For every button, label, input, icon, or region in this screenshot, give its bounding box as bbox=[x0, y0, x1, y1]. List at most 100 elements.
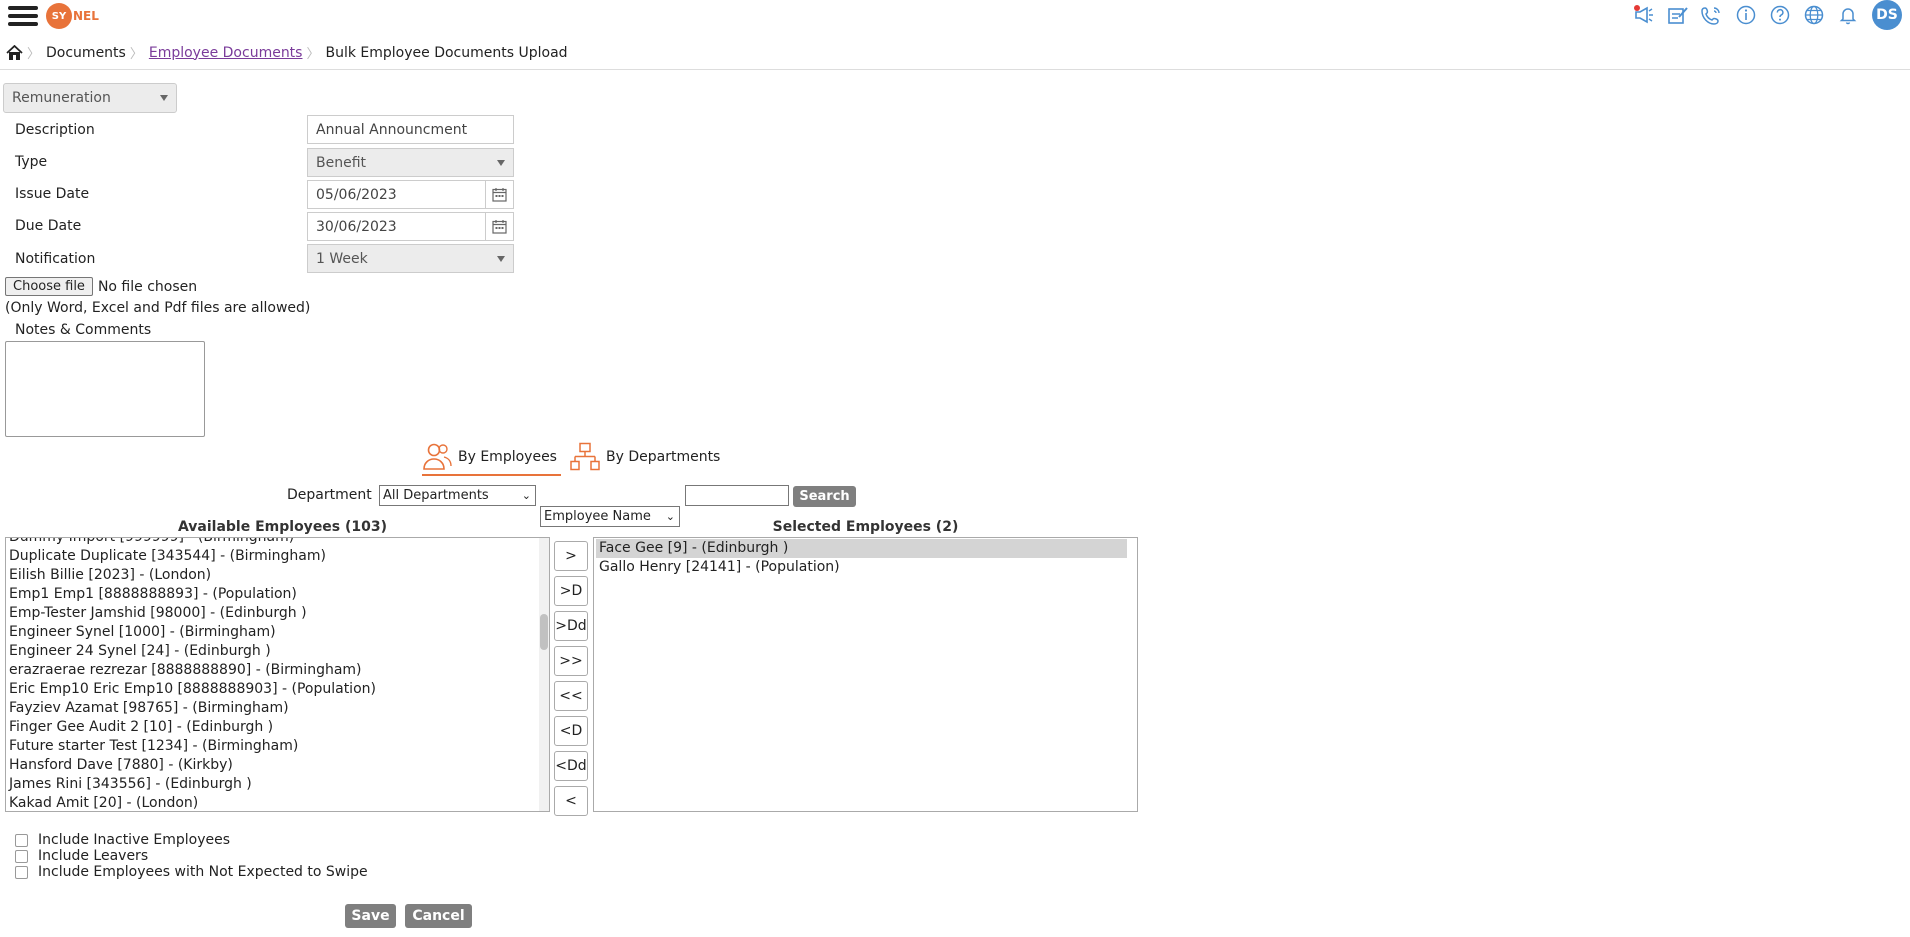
available-employee-item[interactable]: Kakad Amit [20] - (London) bbox=[6, 794, 549, 811]
issue-date-input[interactable]: 05/06/2023 bbox=[307, 180, 486, 209]
tab-by-employees-label: By Employees bbox=[458, 449, 557, 465]
include-inactive-label: Include Inactive Employees bbox=[38, 832, 231, 848]
breadcrumb-current: Bulk Employee Documents Upload bbox=[325, 44, 568, 61]
calendar-icon[interactable] bbox=[486, 180, 514, 209]
phone-icon[interactable] bbox=[1700, 3, 1724, 27]
category-select-value: Remuneration bbox=[12, 90, 111, 106]
chevron-down-icon bbox=[497, 159, 505, 166]
available-employee-item[interactable]: James Rini [343556] - (Edinburgh ) bbox=[6, 775, 549, 794]
home-icon[interactable] bbox=[6, 44, 23, 61]
users-icon bbox=[422, 442, 452, 472]
available-employee-item[interactable]: erazraerae rezrezar [8888888890] - (Birm… bbox=[6, 661, 549, 680]
info-icon[interactable] bbox=[1734, 3, 1758, 27]
menu-hamburger-icon[interactable] bbox=[8, 3, 38, 29]
chevron-down-icon: ⌄ bbox=[521, 489, 531, 502]
include-leavers-label: Include Leavers bbox=[38, 848, 149, 864]
available-employees-list[interactable]: Dummy Import [999999] - (Birmingham) Dupl… bbox=[5, 537, 550, 812]
type-label: Type bbox=[15, 154, 48, 170]
notes-textarea[interactable] bbox=[5, 341, 205, 437]
file-hint: (Only Word, Excel and Pdf files are allo… bbox=[5, 300, 311, 316]
breadcrumb-separator: 〉 bbox=[129, 47, 143, 62]
type-select-value: Benefit bbox=[316, 154, 367, 171]
move-right-button[interactable]: > bbox=[554, 541, 588, 571]
move-all-right-button[interactable]: >> bbox=[554, 646, 588, 676]
scrollbar-thumb[interactable] bbox=[540, 614, 548, 650]
include-inactive-option[interactable]: Include Inactive Employees bbox=[15, 832, 230, 848]
available-employee-item[interactable]: Engineer 24 Synel [24] - (Edinburgh ) bbox=[6, 642, 549, 661]
bell-icon[interactable] bbox=[1836, 3, 1860, 27]
notification-label: Notification bbox=[15, 251, 96, 267]
selected-employee-item[interactable]: Face Gee [9] - (Edinburgh ) bbox=[596, 539, 1127, 558]
available-employee-item[interactable]: Engineer Synel [1000] - (Birmingham) bbox=[6, 623, 549, 642]
notes-icon[interactable] bbox=[1666, 3, 1690, 27]
available-employees-title: Available Employees (103) bbox=[177, 519, 388, 535]
include-not-swipe-checkbox[interactable] bbox=[15, 865, 28, 879]
announcement-icon[interactable] bbox=[1632, 3, 1656, 27]
move-all-left-button[interactable]: << bbox=[554, 681, 588, 711]
include-inactive-checkbox[interactable] bbox=[15, 833, 28, 847]
file-input: Choose file No file chosen bbox=[5, 277, 197, 296]
synel-logo: SY NEL bbox=[46, 1, 99, 31]
help-icon[interactable] bbox=[1768, 3, 1792, 27]
available-employee-item[interactable]: Hansford Dave [7880] - (Kirkby) bbox=[6, 756, 549, 775]
available-employee-item[interactable]: Finger Gee Audit 2 [10] - (Edinburgh ) bbox=[6, 718, 549, 737]
breadcrumb: 〉 Documents 〉 Employee Documents 〉 Bulk … bbox=[6, 43, 568, 62]
chevron-down-icon bbox=[160, 95, 168, 101]
include-leavers-checkbox[interactable] bbox=[15, 849, 28, 863]
notification-select[interactable]: 1 Week bbox=[307, 244, 514, 273]
due-date-label: Due Date bbox=[15, 218, 82, 234]
due-date-input[interactable]: 30/06/2023 bbox=[307, 212, 486, 241]
calendar-icon[interactable] bbox=[486, 212, 514, 241]
tab-by-employees[interactable]: By Employees bbox=[422, 440, 561, 476]
selected-employees-title: Selected Employees (2) bbox=[772, 519, 959, 535]
move-dept-desc-left-button[interactable]: <Dd bbox=[554, 751, 588, 781]
available-employee-item[interactable]: Future starter Test [1234] - (Birmingham… bbox=[6, 737, 549, 756]
tab-by-departments-label: By Departments bbox=[606, 449, 721, 465]
available-employee-item[interactable]: Dummy Import [999999] - (Birmingham) bbox=[6, 538, 549, 547]
include-not-swipe-label: Include Employees with Not Expected to S… bbox=[38, 864, 368, 880]
selected-employees-list[interactable]: Face Gee [9] - (Edinburgh ) Gallo Henry [… bbox=[593, 537, 1138, 812]
move-left-button[interactable]: < bbox=[554, 786, 588, 816]
logo-circle: SY bbox=[46, 3, 72, 29]
search-button[interactable]: Search bbox=[793, 486, 856, 507]
breadcrumb-documents[interactable]: Documents bbox=[46, 45, 126, 61]
department-select-value: All Departments bbox=[383, 488, 489, 503]
move-dept-desc-right-button[interactable]: >Dd bbox=[554, 611, 588, 641]
logo-text: NEL bbox=[73, 9, 99, 23]
cancel-button[interactable]: Cancel bbox=[405, 904, 472, 928]
save-button[interactable]: Save bbox=[345, 904, 396, 928]
chevron-down-icon bbox=[497, 255, 505, 262]
selected-employee-item[interactable]: Gallo Henry [24141] - (Population) bbox=[596, 558, 1127, 577]
breadcrumb-separator: 〉 bbox=[27, 47, 41, 62]
department-label: Department bbox=[287, 487, 372, 503]
header-divider bbox=[0, 69, 1910, 70]
move-dept-left-button[interactable]: <D bbox=[554, 716, 588, 746]
user-avatar[interactable]: DS bbox=[1872, 0, 1902, 30]
available-employee-item[interactable]: Emp-Tester Jamshid [98000] - (Edinburgh … bbox=[6, 604, 549, 623]
available-employee-item[interactable]: Eric Emp10 Eric Emp10 [8888888903] - (Po… bbox=[6, 680, 549, 699]
move-dept-right-button[interactable]: >D bbox=[554, 576, 588, 606]
description-label: Description bbox=[15, 122, 95, 138]
globe-icon[interactable] bbox=[1802, 3, 1826, 27]
include-not-swipe-option[interactable]: Include Employees with Not Expected to S… bbox=[15, 864, 368, 880]
description-input[interactable]: Annual Announcment bbox=[307, 115, 514, 144]
type-select[interactable]: Benefit bbox=[307, 148, 514, 177]
include-leavers-option[interactable]: Include Leavers bbox=[15, 848, 148, 864]
issue-date-label: Issue Date bbox=[15, 186, 90, 202]
choose-file-button[interactable]: Choose file bbox=[5, 277, 93, 296]
notification-select-value: 1 Week bbox=[316, 250, 368, 267]
available-employee-item[interactable]: Duplicate Duplicate [343544] - (Birmingh… bbox=[6, 547, 549, 566]
available-employee-item[interactable]: Eilish Billie [2023] - (London) bbox=[6, 566, 549, 585]
employee-search-input[interactable] bbox=[685, 485, 789, 506]
move-buttons: > >D >Dd >> << <D <Dd < bbox=[554, 541, 588, 816]
tab-by-departments[interactable]: By Departments bbox=[570, 440, 720, 474]
available-employee-item[interactable]: Emp1 Emp1 [8888888893] - (Population) bbox=[6, 585, 549, 604]
available-list-scrollbar[interactable] bbox=[539, 538, 549, 811]
department-select[interactable]: All Departments ⌄ bbox=[379, 485, 536, 506]
available-employee-item[interactable]: Fayziev Azamat [98765] - (Birmingham) bbox=[6, 699, 549, 718]
notes-label: Notes & Comments bbox=[15, 322, 152, 338]
category-select[interactable]: Remuneration bbox=[3, 83, 177, 113]
breadcrumb-separator: 〉 bbox=[306, 47, 320, 62]
org-chart-icon bbox=[570, 442, 600, 472]
breadcrumb-employee-documents[interactable]: Employee Documents bbox=[149, 45, 303, 61]
